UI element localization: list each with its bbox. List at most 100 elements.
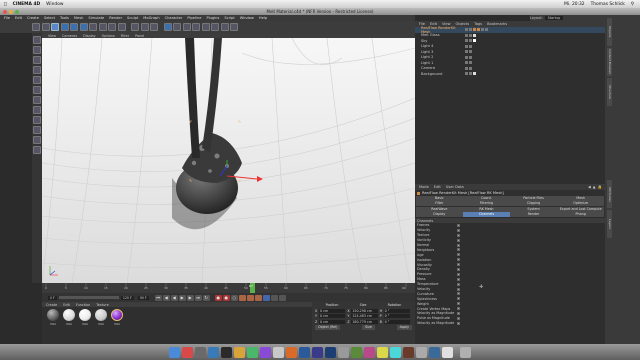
tab-basic[interactable]: Basic (416, 196, 463, 201)
tab-filter[interactable]: Filter (416, 201, 463, 207)
app-icon[interactable] (390, 346, 401, 358)
point-level-animation-icon[interactable] (270, 294, 278, 301)
app-icon[interactable] (338, 346, 349, 358)
position-y-field[interactable]: 0 cm (319, 314, 346, 318)
coordinate-system-icon[interactable] (117, 23, 126, 31)
app-icon[interactable] (312, 346, 323, 358)
channel-checkbox[interactable] (457, 321, 460, 325)
rotate-tool-icon[interactable] (79, 23, 88, 31)
go-to-start-icon[interactable]: ⏮ (154, 294, 162, 301)
material-swatch[interactable]: Mat (62, 309, 76, 331)
x-axis-icon[interactable] (89, 23, 97, 31)
channel-checkbox[interactable] (457, 302, 460, 306)
size-y-field[interactable]: 124.483 cm (351, 314, 378, 318)
tab-layers[interactable]: Layers (607, 210, 612, 238)
keyframe-selection-icon[interactable]: ○ (230, 294, 238, 301)
spotlight-icon[interactable]: ⚲ (631, 2, 634, 7)
polygons-mode-icon[interactable] (33, 96, 41, 104)
vp-menu-display[interactable]: Display (83, 34, 96, 38)
parameter-key-icon[interactable] (262, 294, 270, 301)
tab-clipping[interactable]: Clipping (510, 201, 557, 207)
app-icon[interactable] (442, 346, 453, 358)
edges-mode-icon[interactable] (33, 86, 41, 94)
tab-mesh[interactable]: Mesh (557, 196, 604, 201)
app-icon[interactable] (429, 346, 440, 358)
magnet-icon[interactable] (33, 146, 41, 154)
menu-script[interactable]: Script (224, 16, 234, 20)
render-settings-icon[interactable] (150, 23, 158, 31)
app-icon[interactable] (364, 346, 375, 358)
position-z-field[interactable]: 0 cm (319, 319, 346, 324)
vp-menu-cameras[interactable]: Cameras (62, 34, 77, 38)
light-icon[interactable] (230, 23, 238, 31)
scale-tool-icon[interactable] (70, 23, 78, 31)
tab-objects[interactable]: Objects (607, 18, 612, 46)
app-icon[interactable] (416, 346, 427, 358)
up-arrow-icon[interactable]: ▲ (593, 185, 596, 189)
attr-menu-user-data[interactable]: User Data (446, 185, 464, 189)
channel-checkbox[interactable] (457, 307, 460, 311)
channel-row[interactable]: Velocity as Magnitude (415, 321, 605, 326)
subdivision-icon[interactable] (182, 23, 191, 31)
cinema4d-icon[interactable] (325, 346, 336, 358)
menu-edit[interactable]: Edit (15, 16, 22, 20)
mat-menu-create[interactable]: Create (46, 303, 57, 307)
workplane-icon[interactable] (33, 66, 41, 74)
app-icon[interactable] (247, 346, 258, 358)
layout-dropdown[interactable]: Startup (544, 16, 564, 20)
tab-phong[interactable]: Phong (557, 212, 604, 217)
channel-checkbox[interactable] (457, 292, 460, 296)
channel-checkbox[interactable] (457, 297, 460, 301)
tab-render[interactable]: Render (510, 212, 557, 217)
menubar-window[interactable]: Window (46, 2, 63, 7)
timeline-ruler[interactable]: 0 5 10 15 20 25 30 35 40 45 50 55 60 65 … (42, 283, 415, 293)
channel-checkbox[interactable] (457, 248, 460, 252)
texture-mode-icon[interactable] (33, 56, 41, 64)
vp-menu-filter[interactable]: Filter (121, 34, 129, 38)
move-tool-icon[interactable] (60, 23, 69, 31)
pen-icon[interactable] (173, 23, 181, 31)
make-editable-icon[interactable] (33, 36, 41, 44)
app-icon[interactable] (286, 346, 297, 358)
prev-frame-icon[interactable]: ◀ (170, 294, 178, 301)
size-x-field[interactable]: 150.298 cm (351, 308, 378, 313)
frame-end-field[interactable]: 120 F (120, 295, 134, 300)
camera-icon[interactable] (220, 23, 229, 31)
menubar-user[interactable]: Thomas Schlick (591, 2, 625, 7)
channel-checkbox[interactable] (457, 238, 460, 242)
app-icon[interactable] (260, 346, 271, 358)
mat-menu-texture[interactable]: Texture (96, 303, 108, 307)
material-swatch[interactable]: Mat (78, 309, 92, 331)
frame-start-field[interactable]: 0 F (48, 295, 57, 300)
rotation-b-field[interactable]: 0 ° (383, 319, 410, 324)
app-icon[interactable] (208, 346, 219, 358)
menu-plugins[interactable]: Plugins (206, 16, 219, 20)
apply-button[interactable]: Apply (396, 325, 412, 330)
rotation-p-field[interactable]: 0 ° (383, 314, 410, 318)
position-x-field[interactable]: 0 cm (319, 308, 346, 313)
go-to-end-icon[interactable]: ⏭ (194, 294, 202, 301)
finder-icon[interactable] (169, 346, 180, 358)
redo-icon[interactable] (41, 23, 50, 31)
om-menu-tags[interactable]: Tags (474, 22, 482, 26)
points-mode-icon[interactable] (33, 76, 41, 84)
y-axis-icon[interactable] (98, 23, 107, 31)
menu-simulate[interactable]: Simulate (88, 16, 104, 20)
mat-menu-edit[interactable]: Edit (63, 303, 70, 307)
mat-menu-function[interactable]: Function (76, 303, 90, 307)
app-icon[interactable] (182, 346, 193, 358)
app-icon[interactable] (195, 346, 206, 358)
deformer-icon[interactable] (201, 23, 210, 31)
vp-menu-panel[interactable]: Panel (135, 34, 144, 38)
menu-render[interactable]: Render (109, 16, 122, 20)
coordinate-mode-dropdown[interactable]: Object (Rel) (315, 325, 341, 330)
menu-window[interactable]: Window (240, 16, 254, 20)
channel-checkbox[interactable] (457, 228, 460, 232)
channel-checkbox[interactable] (457, 258, 460, 262)
channel-checkbox[interactable] (457, 282, 460, 286)
tab-structure[interactable]: Structure (607, 78, 612, 106)
channel-checkbox[interactable] (457, 263, 460, 267)
tab-content-browser[interactable]: Content Browser (607, 48, 612, 76)
snap-icon[interactable] (33, 126, 41, 134)
attr-menu-edit[interactable]: Edit (434, 185, 441, 189)
